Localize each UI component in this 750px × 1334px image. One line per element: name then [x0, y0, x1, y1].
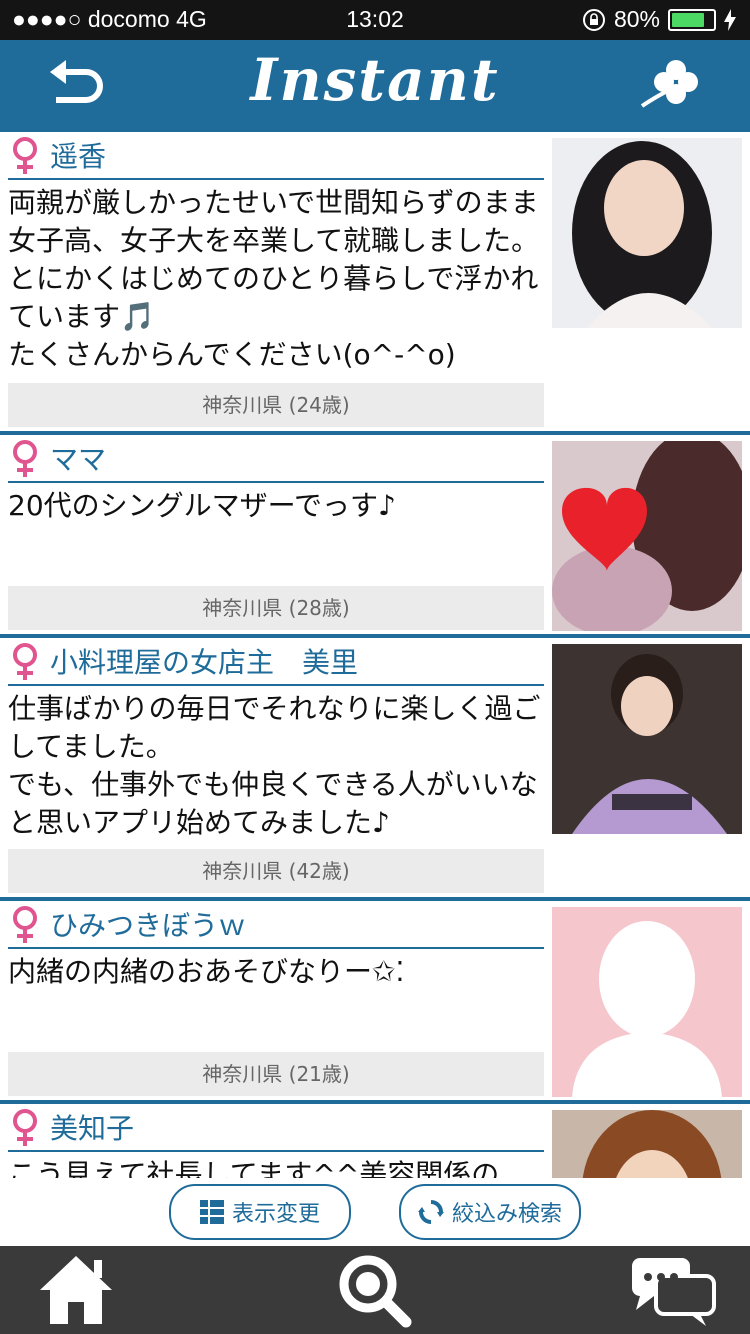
- profile-name-row: ひみつきぼうｗ: [8, 901, 544, 949]
- profile-photo[interactable]: [552, 644, 742, 834]
- profile-photo[interactable]: [552, 1110, 742, 1178]
- profile-message: 内緒の内緒のおあそびなりー✩⁚: [8, 955, 405, 988]
- home-icon[interactable]: [36, 1252, 116, 1328]
- profile-card[interactable]: 遥香 両親が厳しかったせいで世間知らずのまま女子高、女子大を卒業して就職しました…: [0, 128, 750, 431]
- header-bar: Instant: [0, 40, 750, 128]
- profile-card[interactable]: ママ 20代のシングルマザーでっす♪ 神奈川県 (28歳): [0, 431, 750, 634]
- profile-photo[interactable]: [552, 138, 742, 328]
- profile-body: ママ 20代のシングルマザーでっす♪: [8, 435, 544, 525]
- profile-message: 両親が厳しかったせいで世間知らずのまま女子高、女子大を卒業して就職しました。とに…: [8, 186, 540, 371]
- profile-location: 神奈川県 (28歳): [8, 586, 544, 630]
- profile-name: ひみつきぼうｗ: [50, 909, 247, 942]
- display-change-label: 表示変更: [231, 1202, 320, 1227]
- profile-photo-placeholder[interactable]: [552, 907, 742, 1097]
- profile-message: 仕事ばかりの毎日でそれなりに楽しく過ごしてました。 でも、仕事外でも仲良くできる…: [8, 692, 541, 839]
- refresh-cycle-icon: [417, 1200, 444, 1224]
- profile-name: 遥香: [50, 140, 107, 173]
- battery-icon: [668, 8, 716, 31]
- profile-body: 小料理屋の女店主 美里 仕事ばかりの毎日でそれなりに楽しく過ごしてました。 でも…: [8, 638, 544, 842]
- battery-percent: 80%: [613, 6, 660, 32]
- profile-location: 神奈川県 (42歳): [8, 849, 544, 893]
- profile-message: 20代のシングルマザーでっす♪: [8, 489, 396, 522]
- profile-card[interactable]: ひみつきぼうｗ 内緒の内緒のおあそびなりー✩⁚ 神奈川県 (21歳): [0, 897, 750, 1100]
- profile-body: ひみつきぼうｗ 内緒の内緒のおあそびなりー✩⁚: [8, 901, 544, 991]
- female-icon: [13, 906, 37, 943]
- filter-search-label: 絞込み検索: [451, 1202, 562, 1227]
- profile-card[interactable]: 小料理屋の女店主 美里 仕事ばかりの毎日でそれなりに楽しく過ごしてました。 でも…: [0, 634, 750, 897]
- profile-name-row: 美知子: [8, 1104, 544, 1152]
- profile-photo[interactable]: [552, 441, 742, 631]
- grid-list-icon: [199, 1200, 224, 1224]
- profile-name-row: 遥香: [8, 132, 544, 180]
- profile-body: 美知子 こう見えて社長してます^^美容関係の: [8, 1104, 544, 1178]
- profile-name: 美知子: [50, 1112, 135, 1145]
- display-change-button[interactable]: 表示変更: [169, 1184, 351, 1240]
- rotation-lock-icon: [582, 8, 605, 31]
- profile-location: 神奈川県 (24歳): [8, 383, 544, 427]
- profile-name: 小料理屋の女店主 美里: [50, 646, 359, 679]
- filter-search-button[interactable]: 絞込み検索: [399, 1184, 581, 1240]
- female-icon: [13, 1109, 37, 1146]
- profile-message: こう見えて社長してます^^美容関係の: [8, 1158, 500, 1178]
- charging-icon: [724, 8, 736, 31]
- clover-logo-icon[interactable]: [640, 58, 708, 110]
- female-icon: [13, 137, 37, 174]
- female-icon: [13, 440, 37, 477]
- chat-icon[interactable]: [630, 1252, 718, 1328]
- profile-name: ママ: [50, 443, 107, 476]
- profile-name-row: 小料理屋の女店主 美里: [8, 638, 544, 686]
- profile-body: 遥香 両親が厳しかったせいで世間知らずのまま女子高、女子大を卒業して就職しました…: [8, 132, 544, 374]
- search-icon[interactable]: [334, 1252, 414, 1328]
- app-title: Instant: [250, 46, 500, 114]
- female-icon: [13, 643, 37, 680]
- profile-name-row: ママ: [8, 435, 544, 483]
- profile-list[interactable]: 遥香 両親が厳しかったせいで世間知らずのまま女子高、女子大を卒業して就職しました…: [0, 128, 750, 1178]
- status-right: 80%: [582, 6, 736, 33]
- action-bar: 表示変更 絞込み検索: [0, 1178, 750, 1246]
- tab-bar: [0, 1246, 750, 1334]
- profile-card[interactable]: 美知子 こう見えて社長してます^^美容関係の: [0, 1100, 750, 1178]
- profile-location: 神奈川県 (21歳): [8, 1052, 544, 1096]
- status-bar: ●●●●○ docomo 4G 13:02 80%: [0, 0, 750, 40]
